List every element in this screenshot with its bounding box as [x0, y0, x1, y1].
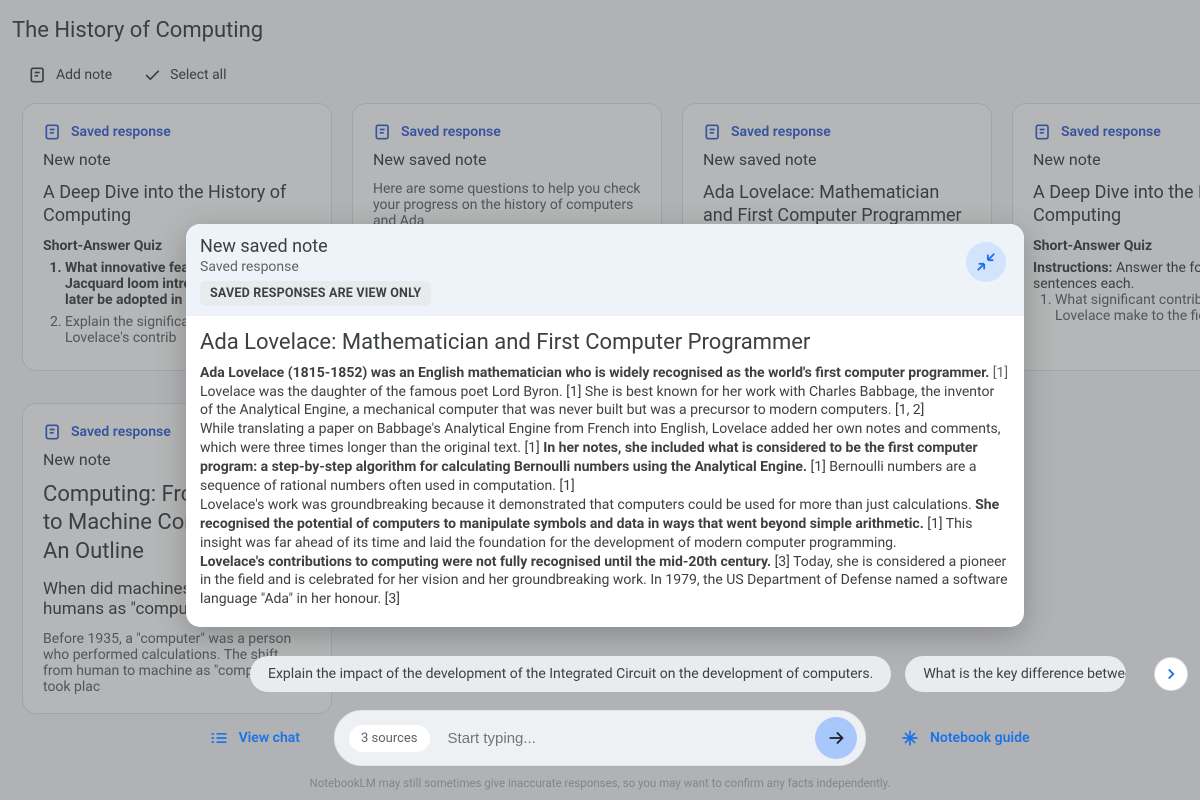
view-chat-button[interactable]: View chat: [195, 718, 314, 758]
chevron-right-icon: [1162, 665, 1180, 683]
bottom-bar: Explain the impact of the development of…: [0, 656, 1200, 800]
collapse-button[interactable]: [966, 242, 1006, 282]
list-icon: [209, 728, 229, 748]
sources-count[interactable]: 3 sources: [349, 725, 430, 752]
modal-title: New saved note: [200, 236, 1010, 257]
modal-body: Ada Lovelace: Mathematician and First Co…: [186, 316, 1024, 627]
modal-subtitle: Saved response: [200, 259, 1010, 275]
collapse-icon: [975, 251, 997, 273]
disclaimer: NotebookLM may still sometimes give inac…: [0, 776, 1200, 790]
chat-input[interactable]: 3 sources: [334, 710, 866, 766]
suggestion-chips: Explain the impact of the development of…: [0, 656, 1200, 710]
view-only-badge: SAVED RESPONSES ARE VIEW ONLY: [200, 281, 431, 306]
sparkle-icon: [900, 728, 920, 748]
suggestion-chip[interactable]: What is the key difference between the f…: [905, 656, 1126, 692]
modal-heading: Ada Lovelace: Mathematician and First Co…: [200, 328, 1010, 358]
chat-text-input[interactable]: [446, 729, 799, 748]
suggestion-chip[interactable]: Explain the impact of the development of…: [250, 656, 891, 692]
arrow-right-icon: [825, 727, 847, 749]
input-bar: View chat 3 sources Notebook guide: [0, 710, 1200, 766]
more-suggestions-button[interactable]: [1154, 657, 1188, 691]
note-modal: New saved note Saved response SAVED RESP…: [186, 224, 1024, 627]
send-button[interactable]: [815, 717, 857, 759]
notebook-guide-button[interactable]: Notebook guide: [886, 718, 1043, 758]
